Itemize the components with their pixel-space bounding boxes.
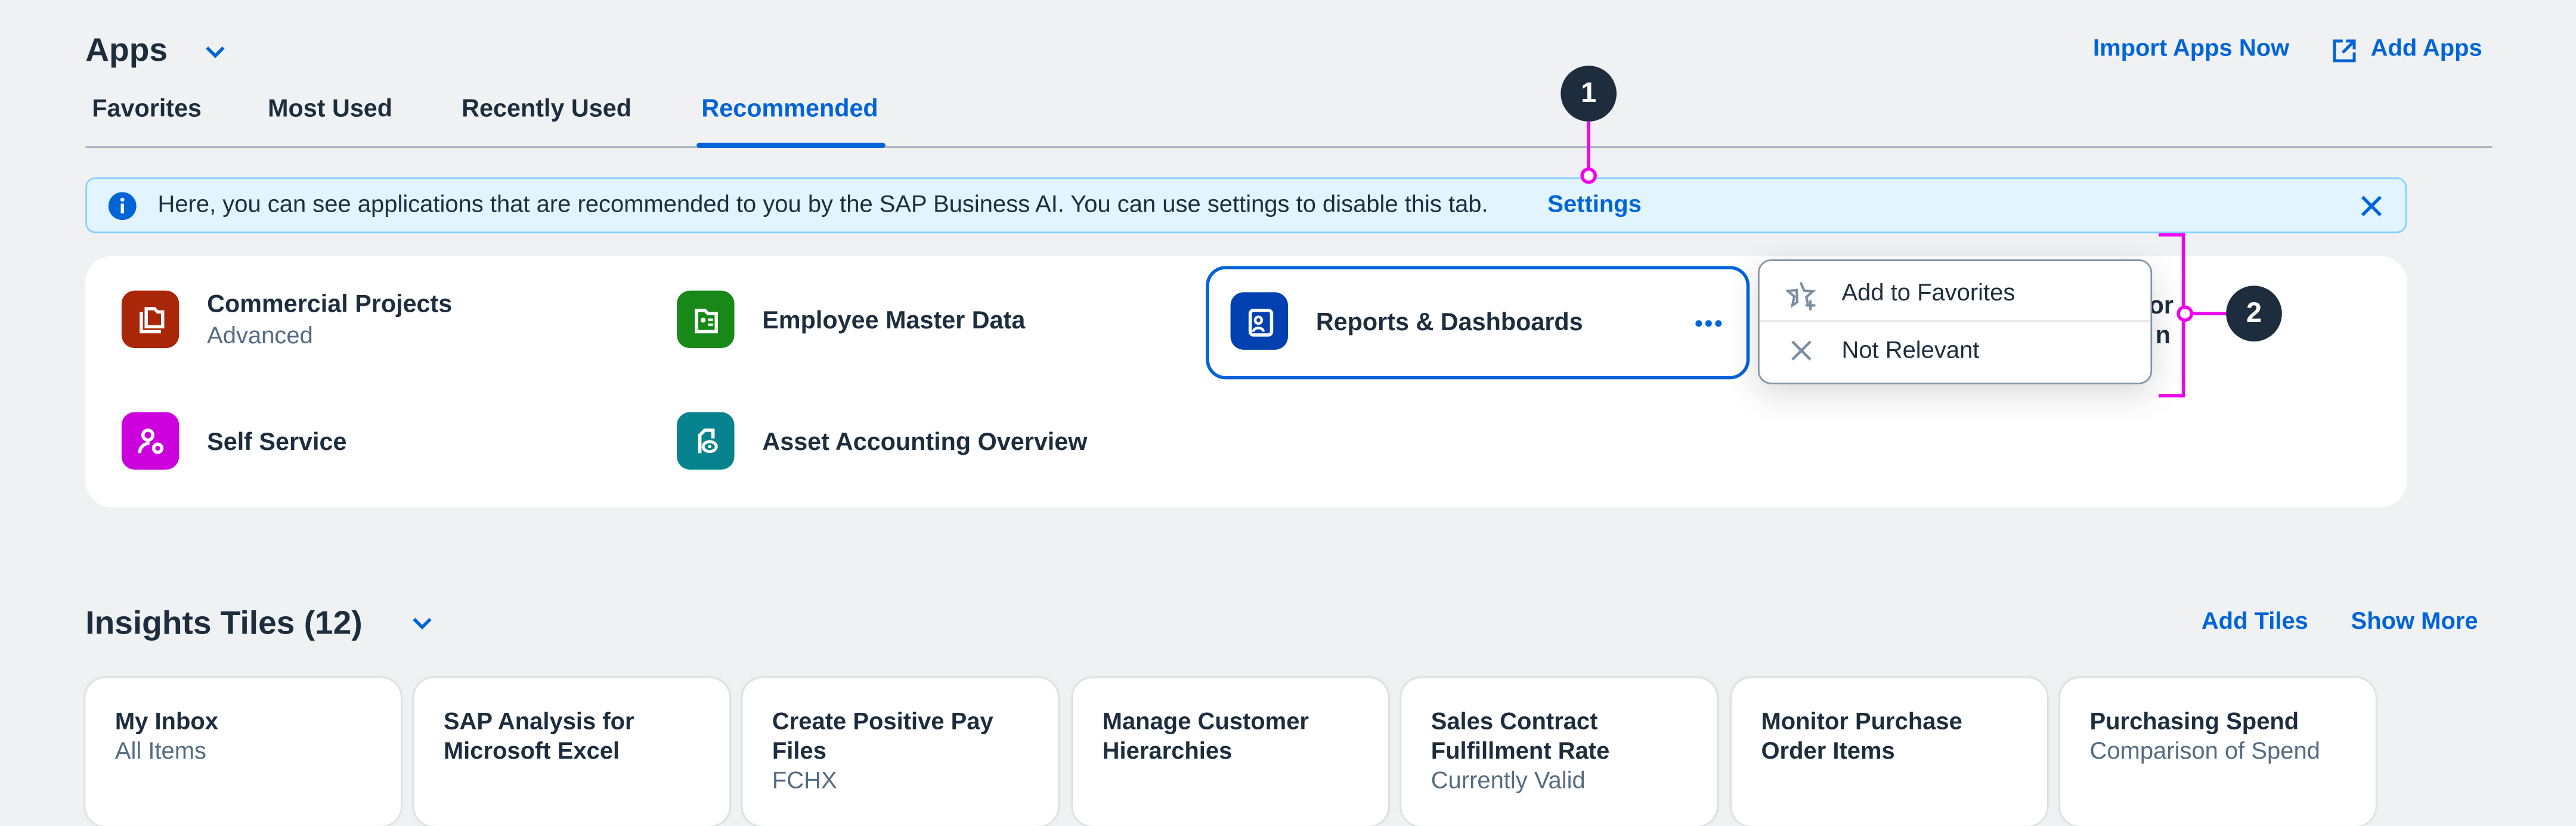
report-icon (1230, 292, 1288, 350)
insight-tile[interactable]: My Inbox All Items (85, 678, 401, 826)
tile-subtitle: Currently Valid (1431, 768, 1586, 795)
app-title: Asset Accounting Overview (762, 428, 1088, 457)
callout-anchor (2176, 305, 2194, 322)
tab-recently-used[interactable]: Recently Used (462, 95, 631, 123)
menu-item-label: Add to Favorites (1841, 280, 2015, 306)
star-add-icon (1785, 282, 1816, 310)
app-title: Self Service (207, 428, 347, 457)
chevron-down-icon[interactable] (204, 43, 227, 63)
tile-title: SAP Analysis for Microsoft Excel (443, 709, 634, 765)
callout-badge: 2 (2226, 285, 2282, 342)
callout-anchor (1580, 167, 1597, 184)
app-subtitle: Advanced (207, 323, 313, 350)
insight-tile[interactable]: Create Positive Pay Files FCHX (742, 678, 1058, 826)
show-more-link[interactable]: Show More (2351, 609, 2478, 635)
apps-title: Apps (85, 33, 168, 69)
tile-subtitle: All Items (114, 738, 207, 765)
callout-badge: 1 (1561, 66, 1617, 122)
import-apps-link[interactable]: Import Apps Now (2093, 36, 2289, 63)
add-tiles-link[interactable]: Add Tiles (2202, 609, 2308, 635)
close-icon (1791, 340, 1812, 361)
info-bar: Here, you can see applications that are … (85, 177, 2407, 234)
active-tab-indicator (696, 142, 886, 148)
settings-link[interactable]: Settings (1547, 192, 1642, 218)
tile-title: Sales Contract Fulfillment Rate (1431, 709, 1610, 765)
tab-favorites[interactable]: Favorites (92, 95, 202, 123)
more-options-icon[interactable] (1695, 318, 1722, 328)
person-settings-icon (121, 412, 179, 470)
app-context-menu: Add to Favorites Not Relevant (1757, 259, 2153, 384)
insight-tile[interactable]: Manage Customer Hierarchies (1073, 678, 1389, 826)
insight-tile[interactable]: Purchasing Spend Comparison of Spend (2060, 678, 2376, 826)
launchpad-page: Apps Favorites Most Used Recently Used R… (0, 0, 2576, 826)
callout-line (1587, 121, 1590, 171)
chevron-down-icon[interactable] (411, 614, 434, 634)
callout-bracket-bottom (2159, 394, 2185, 398)
menu-not-relevant[interactable]: Not Relevant (1760, 322, 2151, 379)
tile-subtitle: Comparison of Spend (2089, 738, 2320, 765)
info-text: Here, you can see applications that are … (157, 192, 1488, 219)
add-apps-icon[interactable] (2330, 36, 2360, 66)
tile-title: Monitor Purchase Order Items (1761, 709, 1962, 765)
menu-add-to-favorites[interactable]: Add to Favorites (1760, 265, 2151, 322)
app-title: Commercial Projects (207, 290, 453, 319)
employee-folder-icon (677, 290, 735, 349)
tile-title: Manage Customer Hierarchies (1102, 709, 1309, 765)
insights-title: Insights Tiles (12) (85, 605, 363, 642)
tile-title: My Inbox (114, 709, 218, 736)
insight-tile[interactable]: Sales Contract Fulfillment Rate Currently… (1401, 678, 1717, 826)
app-title: Employee Master Data (762, 307, 1026, 336)
tab-recommended[interactable]: Recommended (701, 95, 878, 123)
insight-tile[interactable]: SAP Analysis for Microsoft Excel (414, 678, 730, 826)
folder-image-icon (121, 290, 179, 349)
close-icon[interactable] (2361, 195, 2382, 217)
hidden-app-fragment: or (2148, 292, 2174, 321)
insight-tile[interactable]: Monitor Purchase Order Items (1731, 678, 2047, 826)
info-icon (108, 192, 137, 221)
tab-divider (85, 146, 2493, 148)
add-apps-link[interactable]: Add Apps (2371, 36, 2482, 63)
callout-bracket-top (2159, 233, 2185, 237)
app-title: Reports & Dashboards (1315, 308, 1583, 337)
app-reports-dashboards[interactable]: Reports & Dashboards (1206, 266, 1750, 380)
tab-most-used[interactable]: Most Used (268, 95, 392, 123)
hidden-app-fragment: n (2155, 321, 2171, 350)
document-view-icon (677, 412, 735, 470)
tile-title: Create Positive Pay Files (772, 709, 993, 765)
tile-subtitle: FCHX (772, 768, 837, 795)
tile-title: Purchasing Spend (2089, 709, 2299, 736)
menu-item-label: Not Relevant (1841, 337, 1980, 364)
